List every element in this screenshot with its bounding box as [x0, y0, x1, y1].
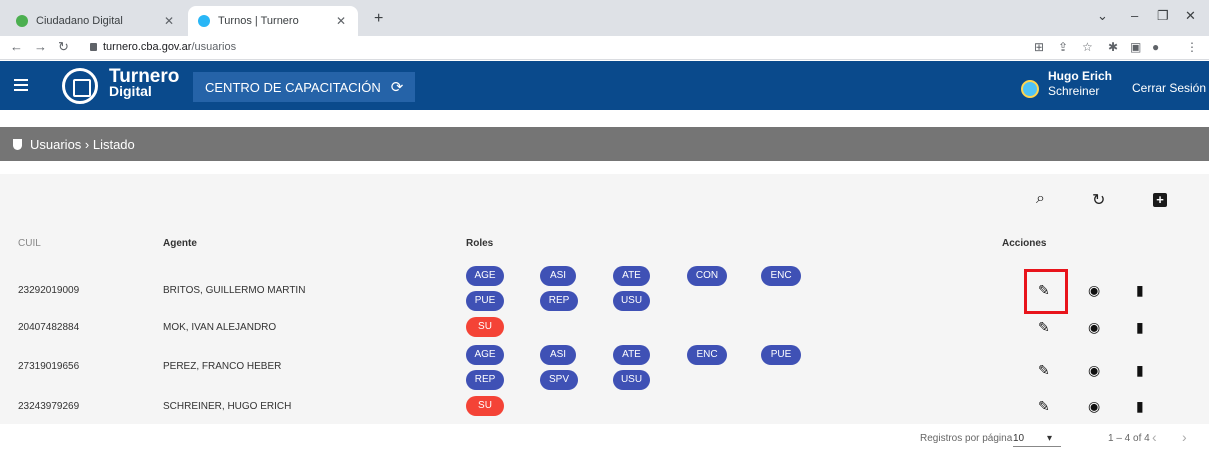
- url-host: turnero.cba.gov.ar: [103, 41, 192, 53]
- user-first-name: Hugo Erich: [1048, 69, 1113, 83]
- address-bar: ← → ↻ turnero.cba.gov.ar/usuarios ⊞ ⇪ ☆ …: [0, 36, 1209, 60]
- header-roles: Roles: [466, 238, 494, 249]
- role-chip: USU: [613, 291, 650, 311]
- cuil-cell: 20407482884: [18, 322, 80, 333]
- search-icon[interactable]: ⌕: [1036, 190, 1045, 208]
- role-chip: ASI: [540, 266, 576, 286]
- edit-icon[interactable]: ✎: [1038, 362, 1050, 379]
- tab-label: Turnos | Turnero: [218, 15, 299, 27]
- switch-center-icon[interactable]: ⟳: [391, 78, 404, 96]
- back-icon[interactable]: ←: [10, 39, 23, 54]
- view-icon[interactable]: ◉: [1088, 362, 1100, 379]
- role-chip: REP: [466, 370, 504, 390]
- cuil-cell: 23243979269: [18, 401, 80, 412]
- page-size-label: Registros por página: [920, 433, 1013, 444]
- tab-label: Ciudadano Digital: [36, 15, 123, 27]
- browser-tab-bar: Ciudadano Digital ✕ Turnos | Turnero ✕ +…: [0, 0, 1209, 36]
- view-icon[interactable]: ◉: [1088, 398, 1100, 415]
- role-chip: AGE: [466, 266, 504, 286]
- edit-icon[interactable]: ✎: [1038, 319, 1050, 336]
- page-size-select[interactable]: 10 ▾: [1013, 433, 1061, 447]
- role-chip: ASI: [540, 345, 576, 365]
- profile-icon[interactable]: ●: [1152, 40, 1159, 54]
- center-selector[interactable]: CENTRO DE CAPACITACIÓN ⟳: [193, 72, 415, 102]
- header-agent: Agente: [163, 238, 197, 249]
- translate-icon[interactable]: ⊞: [1034, 40, 1044, 54]
- role-chip: ENC: [761, 266, 801, 286]
- edit-icon[interactable]: ✎: [1038, 398, 1050, 415]
- tab-ciudadano-digital[interactable]: Ciudadano Digital ✕: [6, 6, 186, 36]
- cuil-cell: 27319019656: [18, 361, 80, 372]
- breadcrumb: Usuarios › Listado: [0, 127, 1209, 161]
- close-window-icon[interactable]: ✕: [1185, 8, 1196, 24]
- next-page-icon[interactable]: ›: [1182, 429, 1187, 445]
- role-chip: USU: [613, 370, 650, 390]
- add-user-button[interactable]: +: [1153, 193, 1167, 207]
- forward-icon[interactable]: →: [34, 39, 47, 54]
- role-chip: ENC: [687, 345, 727, 365]
- cuil-cell: 23292019009: [18, 285, 80, 296]
- star-icon[interactable]: ☆: [1082, 40, 1093, 54]
- app-logo[interactable]: Turnero Digital: [109, 66, 180, 99]
- role-chip: SU: [466, 317, 504, 337]
- user-name: Hugo Erich Schreiner: [1048, 69, 1112, 99]
- dropdown-arrow-icon: ▾: [1047, 433, 1053, 444]
- hamburger-menu-icon[interactable]: [14, 79, 28, 91]
- favicon-icon: [16, 15, 28, 27]
- view-icon[interactable]: ◉: [1088, 282, 1100, 299]
- prev-page-icon[interactable]: ‹: [1152, 429, 1157, 445]
- highlight-box: [1024, 269, 1068, 314]
- extensions-icon[interactable]: ✱: [1108, 40, 1118, 54]
- role-chip: PUE: [761, 345, 801, 365]
- role-chip: PUE: [466, 291, 504, 311]
- agent-cell: BRITOS, GUILLERMO MARTIN: [163, 285, 306, 296]
- role-chip: CON: [687, 266, 727, 286]
- header-cuil: CUIL: [18, 238, 41, 249]
- minimize-icon[interactable]: –: [1131, 8, 1138, 23]
- favicon-icon: [198, 15, 210, 27]
- user-last-name: Schreiner: [1048, 84, 1100, 98]
- role-chip: AGE: [466, 345, 504, 365]
- delete-icon[interactable]: ▮: [1136, 398, 1144, 415]
- reload-icon[interactable]: ↻: [58, 39, 69, 55]
- share-icon[interactable]: ⇪: [1058, 40, 1068, 54]
- role-chip: ATE: [613, 345, 650, 365]
- turnero-logo-icon: [62, 68, 98, 104]
- close-icon[interactable]: ✕: [334, 14, 348, 28]
- role-chip: SU: [466, 396, 504, 416]
- agent-cell: PEREZ, FRANCO HEBER: [163, 361, 282, 372]
- logo-line1: Turnero: [109, 66, 180, 87]
- url-path: /usuarios: [191, 41, 237, 53]
- lock-icon: [90, 43, 97, 51]
- view-icon[interactable]: ◉: [1088, 319, 1100, 336]
- refresh-icon[interactable]: ↻: [1092, 190, 1105, 210]
- logout-link[interactable]: Cerrar Sesión: [1132, 81, 1206, 95]
- role-chip: REP: [540, 291, 578, 311]
- delete-icon[interactable]: ▮: [1136, 282, 1144, 299]
- page-range: 1 – 4 of 4: [1108, 433, 1150, 444]
- delete-icon[interactable]: ▮: [1136, 319, 1144, 336]
- agent-cell: SCHREINER, HUGO ERICH: [163, 401, 292, 412]
- center-name: CENTRO DE CAPACITACIÓN: [205, 79, 381, 95]
- new-tab-button[interactable]: +: [374, 10, 383, 28]
- delete-icon[interactable]: ▮: [1136, 362, 1144, 379]
- page-size-value: 10: [1013, 433, 1025, 444]
- menu-icon[interactable]: ⋮: [1186, 40, 1198, 54]
- role-chip: SPV: [540, 370, 578, 390]
- sidepanel-icon[interactable]: ▣: [1130, 40, 1141, 54]
- restore-icon[interactable]: ❐: [1157, 8, 1169, 24]
- shield-icon: [13, 138, 22, 150]
- tab-turnero[interactable]: Turnos | Turnero ✕: [188, 6, 358, 36]
- role-chip: ATE: [613, 266, 650, 286]
- url-field[interactable]: turnero.cba.gov.ar/usuarios: [90, 41, 236, 53]
- header-actions: Acciones: [1002, 238, 1047, 249]
- app-header: Turnero Digital CENTRO DE CAPACITACIÓN ⟳…: [0, 61, 1209, 110]
- chevron-down-icon[interactable]: ⌄: [1097, 8, 1108, 24]
- close-icon[interactable]: ✕: [162, 14, 176, 28]
- breadcrumb-text: Usuarios › Listado: [30, 136, 135, 152]
- agent-cell: MOK, IVAN ALEJANDRO: [163, 322, 277, 333]
- user-avatar: [1021, 80, 1039, 98]
